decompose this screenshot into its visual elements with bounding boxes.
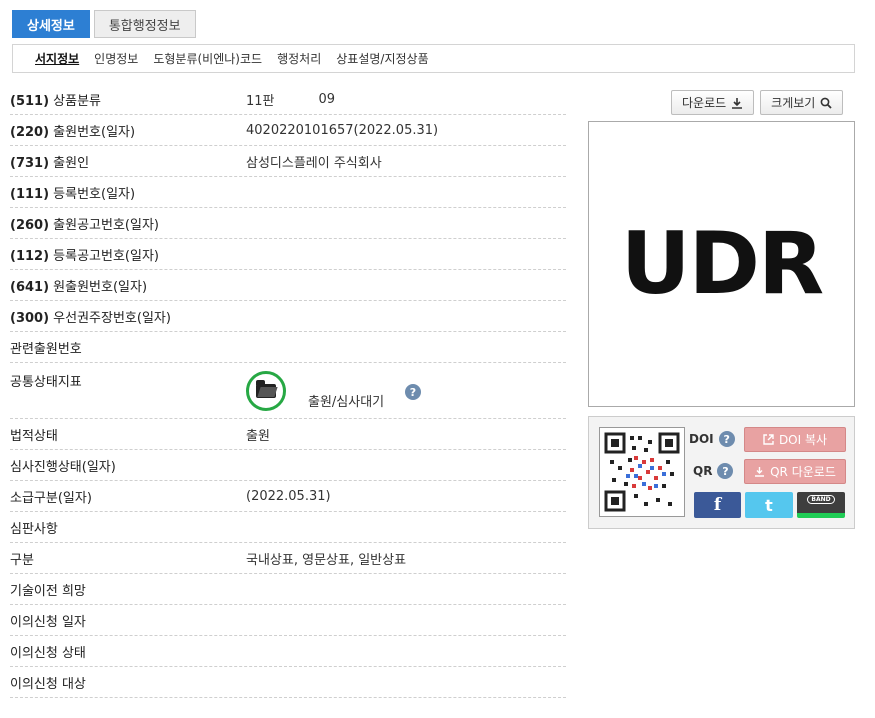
help-icon[interactable]: ? bbox=[718, 431, 735, 447]
field-value: (2022.05.31) bbox=[246, 488, 331, 504]
facebook-share-button[interactable]: f bbox=[694, 492, 741, 518]
qr-code-image bbox=[604, 432, 680, 512]
row-app-no: (220) 출원번호(일자) 4020220101657(2022.05.31) bbox=[10, 115, 566, 146]
help-icon[interactable]: ? bbox=[717, 463, 734, 479]
search-icon bbox=[820, 97, 832, 109]
top-tabs: 상세정보 통합행정정보 bbox=[12, 10, 196, 38]
row-pub-no: (260) 출원공고번호(일자) bbox=[10, 208, 566, 239]
field-value: 4020220101657(2022.05.31) bbox=[246, 122, 439, 138]
field-label: 공통상태지표 bbox=[10, 375, 82, 390]
row-class: (511) 상품분류 11판 09 bbox=[10, 84, 566, 115]
row-common-status: 공통상태지표 출원/심사대기 ? bbox=[10, 363, 566, 419]
qr-code bbox=[599, 427, 685, 517]
field-label: 구분 bbox=[10, 552, 34, 568]
field-label: (111) 등록번호(일자) bbox=[10, 186, 136, 202]
field-label: (731) 출원인 bbox=[10, 155, 90, 171]
field-label: (300) 우선권주장번호(일자) bbox=[10, 310, 171, 326]
sub-tabs: 서지정보 인명정보 도형분류(비엔나)코드 행정처리 상표설명/지정상품 bbox=[12, 44, 855, 73]
row-objection-date: 이의신청 일자 bbox=[10, 605, 566, 636]
zoom-label: 크게보기 bbox=[771, 96, 816, 110]
trademark-mark-text: UDR bbox=[620, 214, 824, 314]
row-objection-target: 이의신청 대상 bbox=[10, 667, 566, 698]
subtab-admin-process[interactable]: 행정처리 bbox=[277, 50, 321, 67]
field-label: (112) 등록공고번호(일자) bbox=[10, 248, 159, 264]
field-value: 11판 09 bbox=[246, 91, 336, 109]
tab-integrated-admin-info[interactable]: 통합행정정보 bbox=[93, 10, 196, 38]
qr-download-label: QR 다운로드 bbox=[770, 465, 836, 479]
download-button[interactable]: 다운로드 bbox=[671, 90, 755, 115]
download-icon bbox=[755, 467, 765, 477]
field-value: 삼성디스플레이 주식회사 bbox=[246, 155, 382, 171]
doi-label: DOI ? bbox=[689, 431, 735, 447]
row-division: 구분 국내상표, 영문상표, 일반상표 bbox=[10, 543, 566, 574]
download-label: 다운로드 bbox=[682, 96, 727, 110]
facebook-icon: f bbox=[713, 495, 722, 515]
field-label: 이의신청 대상 bbox=[10, 676, 86, 692]
field-label: (220) 출원번호(일자) bbox=[10, 124, 136, 140]
twitter-share-button[interactable]: t bbox=[745, 492, 793, 518]
band-share-button[interactable]: BAND bbox=[797, 492, 845, 518]
share-panel: DOI ? QR ? DOI 복사 QR 다운로드 f t BAND bbox=[588, 416, 855, 529]
help-icon[interactable]: ? bbox=[405, 384, 421, 400]
bibliographic-table: (511) 상품분류 11판 09 (220) 출원번호(일자) 40202201… bbox=[10, 84, 566, 698]
image-toolbar: 다운로드 크게보기 bbox=[671, 90, 844, 115]
subtab-goods-description[interactable]: 상표설명/지정상품 bbox=[336, 50, 428, 67]
status-circle bbox=[246, 371, 286, 411]
row-reg-no: (111) 등록번호(일자) bbox=[10, 177, 566, 208]
qr-label: QR ? bbox=[693, 463, 734, 479]
field-label: (511) 상품분류 bbox=[10, 93, 102, 109]
row-related: 관련출원번호 bbox=[10, 332, 566, 363]
row-objection-status: 이의신청 상태 bbox=[10, 636, 566, 667]
external-link-icon bbox=[763, 434, 774, 445]
row-tech-transfer: 기술이전 희망 bbox=[10, 574, 566, 605]
field-label: 이의신청 상태 bbox=[10, 645, 86, 661]
row-applicant: (731) 출원인 삼성디스플레이 주식회사 bbox=[10, 146, 566, 177]
zoom-button[interactable]: 크게보기 bbox=[760, 90, 844, 115]
field-label: 심판사항 bbox=[10, 521, 58, 537]
field-label: (260) 출원공고번호(일자) bbox=[10, 217, 159, 233]
row-appeal-progress: 심사진행상태(일자) bbox=[10, 450, 566, 481]
field-value: 출원 bbox=[246, 428, 270, 444]
row-legal-status: 법적상태 출원 bbox=[10, 419, 566, 450]
field-label: 법적상태 bbox=[10, 428, 58, 444]
field-label: 소급구분(일자) bbox=[10, 490, 92, 506]
subtab-vienna-code[interactable]: 도형분류(비엔나)코드 bbox=[153, 50, 262, 67]
field-label: 관련출원번호 bbox=[10, 341, 82, 357]
band-icon: BAND bbox=[807, 495, 835, 504]
field-value: 국내상표, 영문상표, 일반상표 bbox=[246, 552, 407, 568]
twitter-icon: t bbox=[765, 495, 773, 515]
download-icon bbox=[732, 97, 743, 109]
row-retro: 소급구분(일자) (2022.05.31) bbox=[10, 481, 566, 512]
status-indicator: 출원/심사대기 ? bbox=[246, 371, 546, 417]
subtab-bibliographic[interactable]: 서지정보 bbox=[35, 50, 79, 67]
row-orig-app-no: (641) 원출원번호(일자) bbox=[10, 270, 566, 301]
trademark-image[interactable]: UDR bbox=[588, 121, 855, 407]
row-priority-no: (300) 우선권주장번호(일자) bbox=[10, 301, 566, 332]
field-label: 심사진행상태(일자) bbox=[10, 459, 116, 475]
field-label: 기술이전 희망 bbox=[10, 583, 86, 599]
doi-copy-label: DOI 복사 bbox=[778, 433, 828, 447]
qr-download-button[interactable]: QR 다운로드 bbox=[744, 459, 846, 484]
tab-detail-info[interactable]: 상세정보 bbox=[12, 10, 90, 38]
folder-open-icon bbox=[256, 380, 276, 398]
row-trial: 심판사항 bbox=[10, 512, 566, 543]
status-text: 출원/심사대기 bbox=[308, 395, 385, 410]
field-label: 이의신청 일자 bbox=[10, 614, 86, 630]
row-reg-pub-no: (112) 등록공고번호(일자) bbox=[10, 239, 566, 270]
field-label: (641) 원출원번호(일자) bbox=[10, 279, 148, 295]
doi-copy-button[interactable]: DOI 복사 bbox=[744, 427, 846, 452]
subtab-person-info[interactable]: 인명정보 bbox=[94, 50, 138, 67]
